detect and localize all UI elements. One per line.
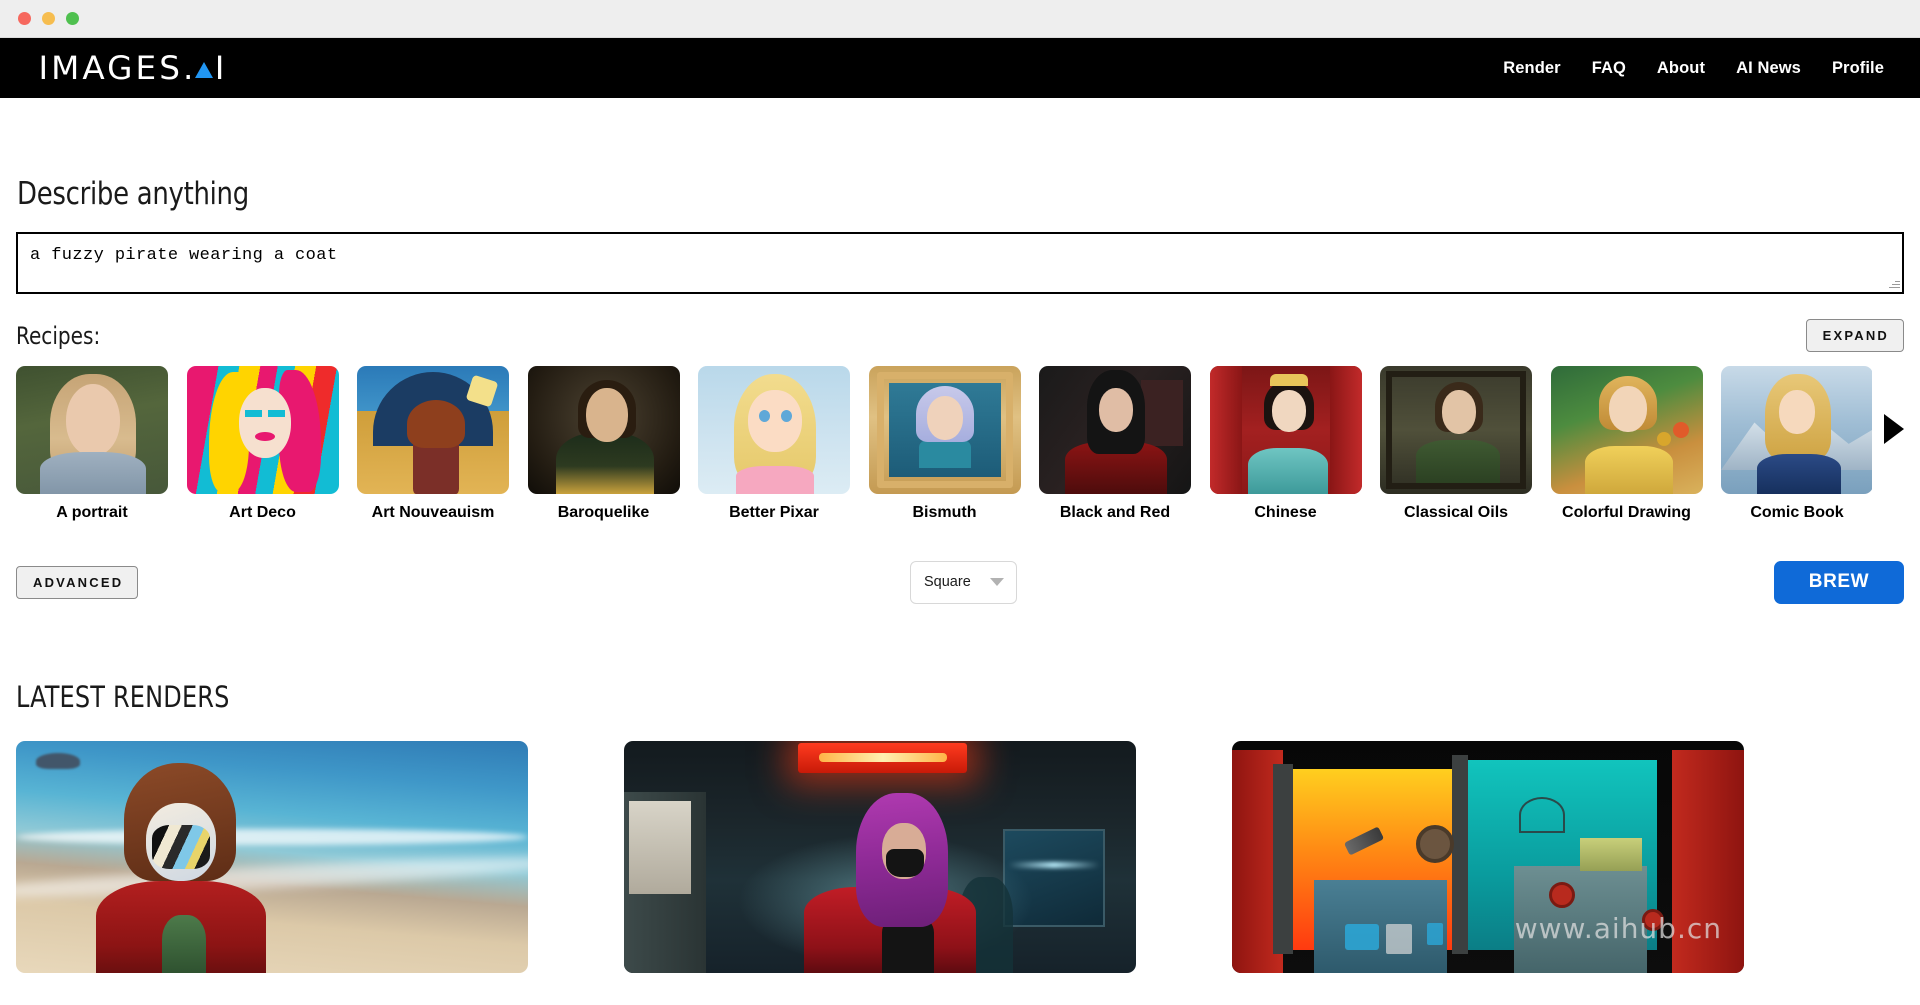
recipe-thumbnail[interactable]	[868, 366, 1021, 494]
recipe-card[interactable]: Baroquelike	[527, 366, 680, 522]
nav-item-render[interactable]: Render	[1503, 59, 1560, 78]
recipe-card[interactable]: Classical Oils	[1380, 366, 1532, 522]
triangle-a-icon	[194, 62, 213, 78]
recipe-thumbnail[interactable]	[357, 366, 509, 494]
aspect-ratio-control-wrap: Square	[910, 560, 1017, 604]
nav-item-about[interactable]: About	[1657, 59, 1705, 78]
logo-ai-letter: I	[214, 49, 228, 87]
recipe-carousel: A portrait Art Deco Art Nouveauism Baroq…	[16, 366, 1904, 522]
recipe-thumbnail[interactable]	[186, 366, 339, 494]
nav-links: Render FAQ About AI News Profile	[1503, 59, 1884, 78]
nav-item-faq[interactable]: FAQ	[1592, 59, 1626, 78]
generation-controls: ADVANCED Square BREW	[16, 560, 1904, 604]
recipe-card[interactable]: Black and Red	[1039, 366, 1191, 522]
page-title: Describe anything	[17, 176, 249, 212]
recipe-thumbnail[interactable]	[1380, 366, 1532, 494]
nav-item-profile[interactable]: Profile	[1832, 59, 1884, 78]
recipe-thumbnail[interactable]	[1209, 366, 1362, 494]
recipe-carousel-track: A portrait Art Deco Art Nouveauism Baroq…	[16, 366, 1872, 522]
aspect-ratio-value: Square	[924, 574, 971, 590]
nav-item-ai-news[interactable]: AI News	[1736, 59, 1801, 78]
recipe-card[interactable]: Bismuth	[868, 366, 1021, 522]
latest-renders-heading: LATEST RENDERS	[16, 680, 230, 714]
recipe-card[interactable]: Chinese	[1209, 366, 1362, 522]
logo-ai-mark: I	[194, 49, 228, 87]
recipe-label: Classical Oils	[1403, 504, 1509, 521]
render-card[interactable]	[624, 741, 1136, 973]
recipe-label: Baroquelike	[557, 504, 650, 521]
window-maximize-button[interactable]	[66, 12, 79, 25]
aspect-ratio-select[interactable]: Square	[910, 560, 1017, 604]
recipes-header: Recipes: EXPAND	[16, 319, 1904, 352]
resize-handle-icon[interactable]	[1888, 278, 1900, 290]
advanced-button[interactable]: ADVANCED	[16, 565, 139, 599]
logo-text: IMAGES.	[38, 49, 197, 87]
recipe-thumbnail[interactable]	[1039, 366, 1191, 494]
recipe-card[interactable]: Art Nouveauism	[357, 366, 509, 522]
brew-button[interactable]: BREW	[1774, 560, 1904, 604]
render-card[interactable]	[16, 741, 528, 973]
recipe-card[interactable]: Better Pixar	[698, 366, 850, 522]
main-content: Describe anything a fuzzy pirate wearing…	[0, 176, 1920, 973]
latest-renders-grid: www.aihub.cn	[16, 741, 1904, 973]
recipe-label: Comic Book	[1750, 504, 1844, 521]
recipe-label: Art Deco	[229, 504, 296, 521]
render-card[interactable]: www.aihub.cn	[1232, 741, 1744, 973]
recipe-card[interactable]: Colorful Drawing	[1550, 366, 1703, 522]
recipe-thumbnail[interactable]	[698, 366, 850, 494]
recipes-label: Recipes:	[16, 321, 101, 350]
carousel-next-arrow-icon[interactable]	[1884, 414, 1904, 444]
recipe-label: Bismuth	[912, 504, 977, 521]
site-logo[interactable]: IMAGES. I	[38, 49, 228, 87]
advanced-control-wrap: ADVANCED	[16, 565, 139, 599]
window-minimize-button[interactable]	[42, 12, 55, 25]
prompt-textarea[interactable]: a fuzzy pirate wearing a coat	[16, 232, 1904, 294]
recipe-thumbnail[interactable]	[1721, 366, 1872, 494]
recipe-label: Chinese	[1254, 504, 1317, 521]
expand-button[interactable]: EXPAND	[1805, 319, 1904, 352]
prompt-value: a fuzzy pirate wearing a coat	[30, 246, 338, 265]
recipe-label: Art Nouveauism	[371, 504, 495, 521]
recipe-card[interactable]: Art Deco	[186, 366, 339, 522]
window-close-button[interactable]	[18, 12, 31, 25]
brew-control-wrap: BREW	[1774, 560, 1904, 604]
window-titlebar	[0, 0, 1920, 38]
top-navbar: IMAGES. I Render FAQ About AI News Profi…	[0, 38, 1920, 98]
recipe-thumbnail[interactable]	[527, 366, 680, 494]
recipe-thumbnail[interactable]	[1550, 366, 1703, 494]
recipe-card[interactable]: A portrait	[16, 366, 168, 522]
recipe-card[interactable]: Comic Book	[1721, 366, 1872, 522]
recipe-thumbnail[interactable]	[16, 366, 168, 494]
recipe-label: Black and Red	[1059, 504, 1171, 521]
recipe-label: A portrait	[56, 504, 128, 521]
chevron-down-icon	[990, 578, 1004, 586]
recipe-label: Better Pixar	[729, 504, 819, 521]
recipe-label: Colorful Drawing	[1562, 504, 1691, 521]
